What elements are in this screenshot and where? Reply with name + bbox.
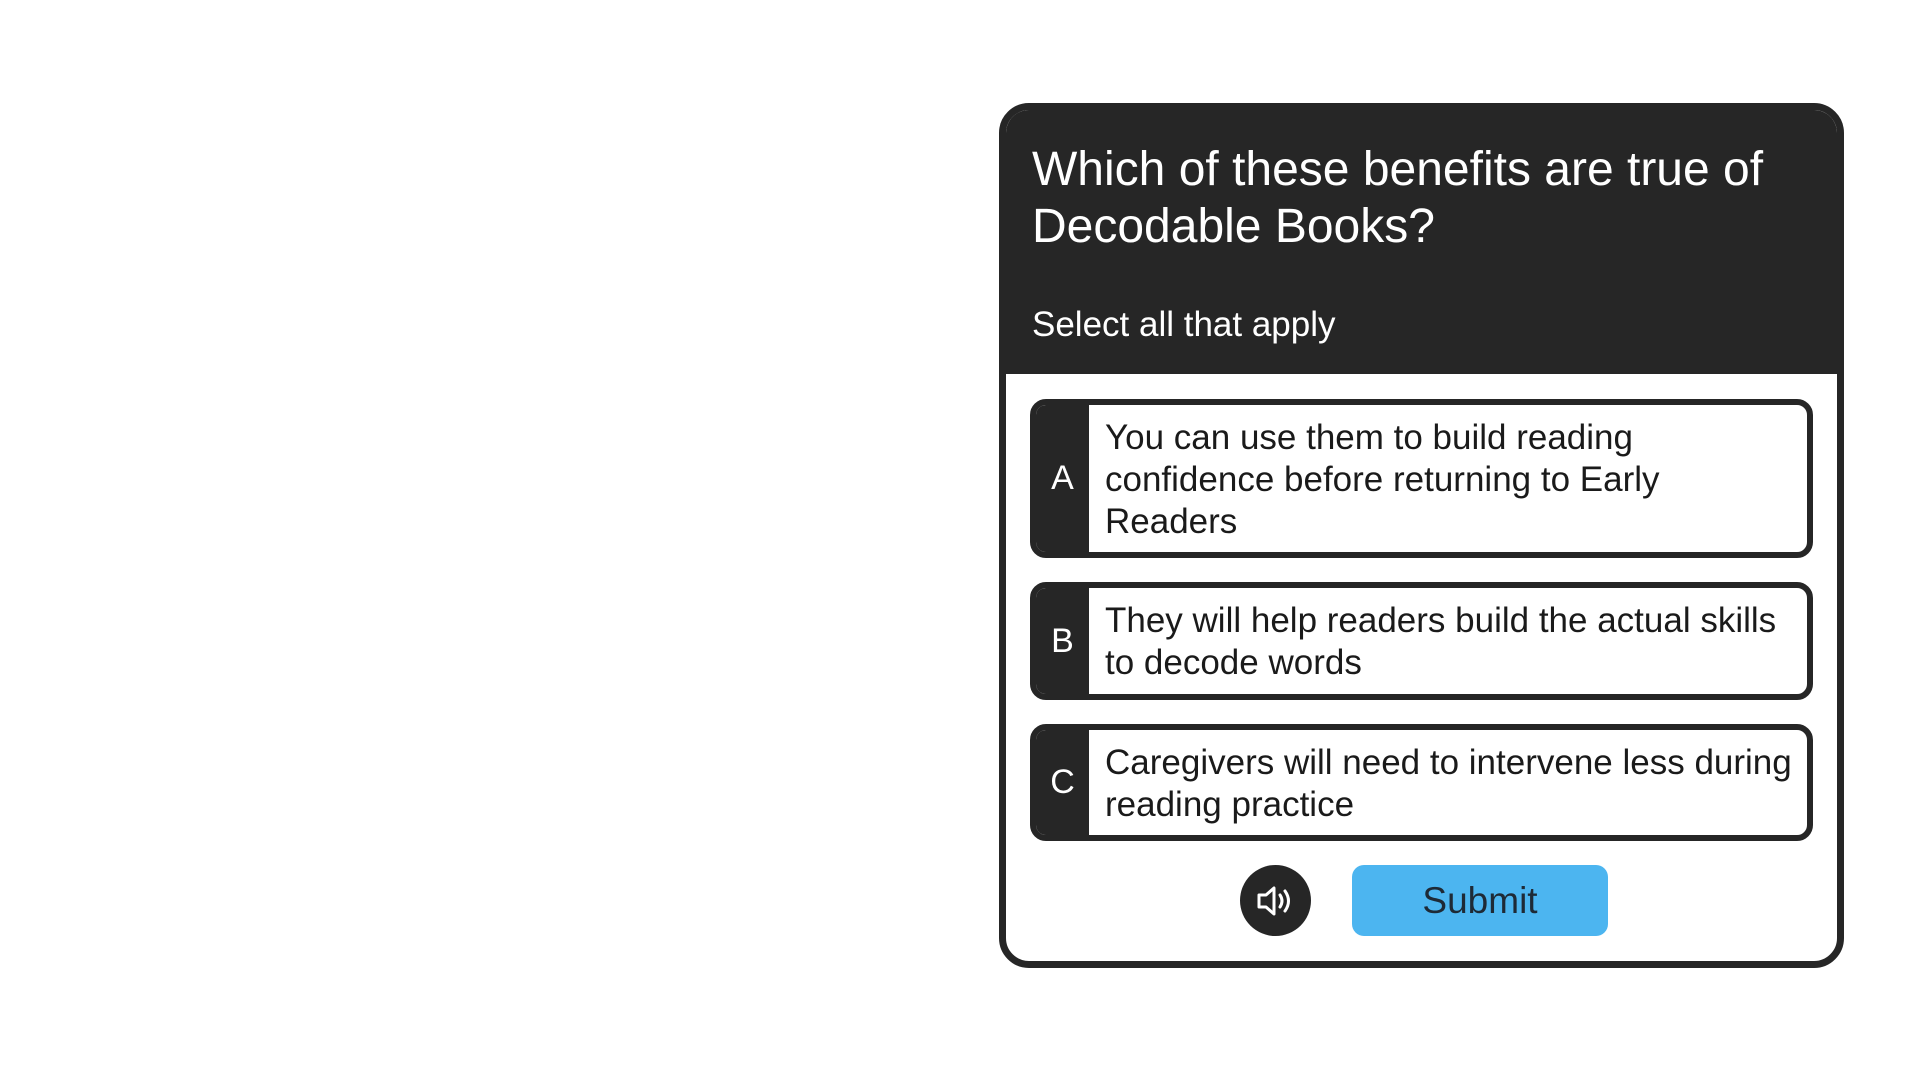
question-text: Which of these benefits are true of Deco…: [1032, 143, 1764, 253]
options-list: A You can use them to build reading conf…: [1006, 374, 1837, 841]
option-letter: B: [1036, 588, 1089, 694]
speaker-icon: [1257, 886, 1290, 915]
option-c[interactable]: C Caregivers will need to intervene less…: [1030, 724, 1813, 841]
quiz-card: Which of these benefits are true of Deco…: [999, 103, 1844, 968]
option-text: Caregivers will need to intervene less d…: [1105, 743, 1792, 824]
option-letter: A: [1036, 405, 1089, 552]
submit-button[interactable]: Submit: [1352, 865, 1608, 936]
instruction-text: Select all that apply: [1032, 305, 1336, 344]
option-a[interactable]: A You can use them to build reading conf…: [1030, 399, 1813, 558]
option-text: You can use them to build reading confid…: [1105, 418, 1660, 541]
option-b[interactable]: B They will help readers build the actua…: [1030, 582, 1813, 700]
actions-bar: Submit: [1006, 865, 1837, 936]
option-text: They will help readers build the actual …: [1105, 601, 1777, 682]
option-letter: C: [1036, 730, 1089, 835]
audio-button[interactable]: [1240, 865, 1311, 936]
quiz-header: Which of these benefits are true of Deco…: [1006, 110, 1837, 374]
